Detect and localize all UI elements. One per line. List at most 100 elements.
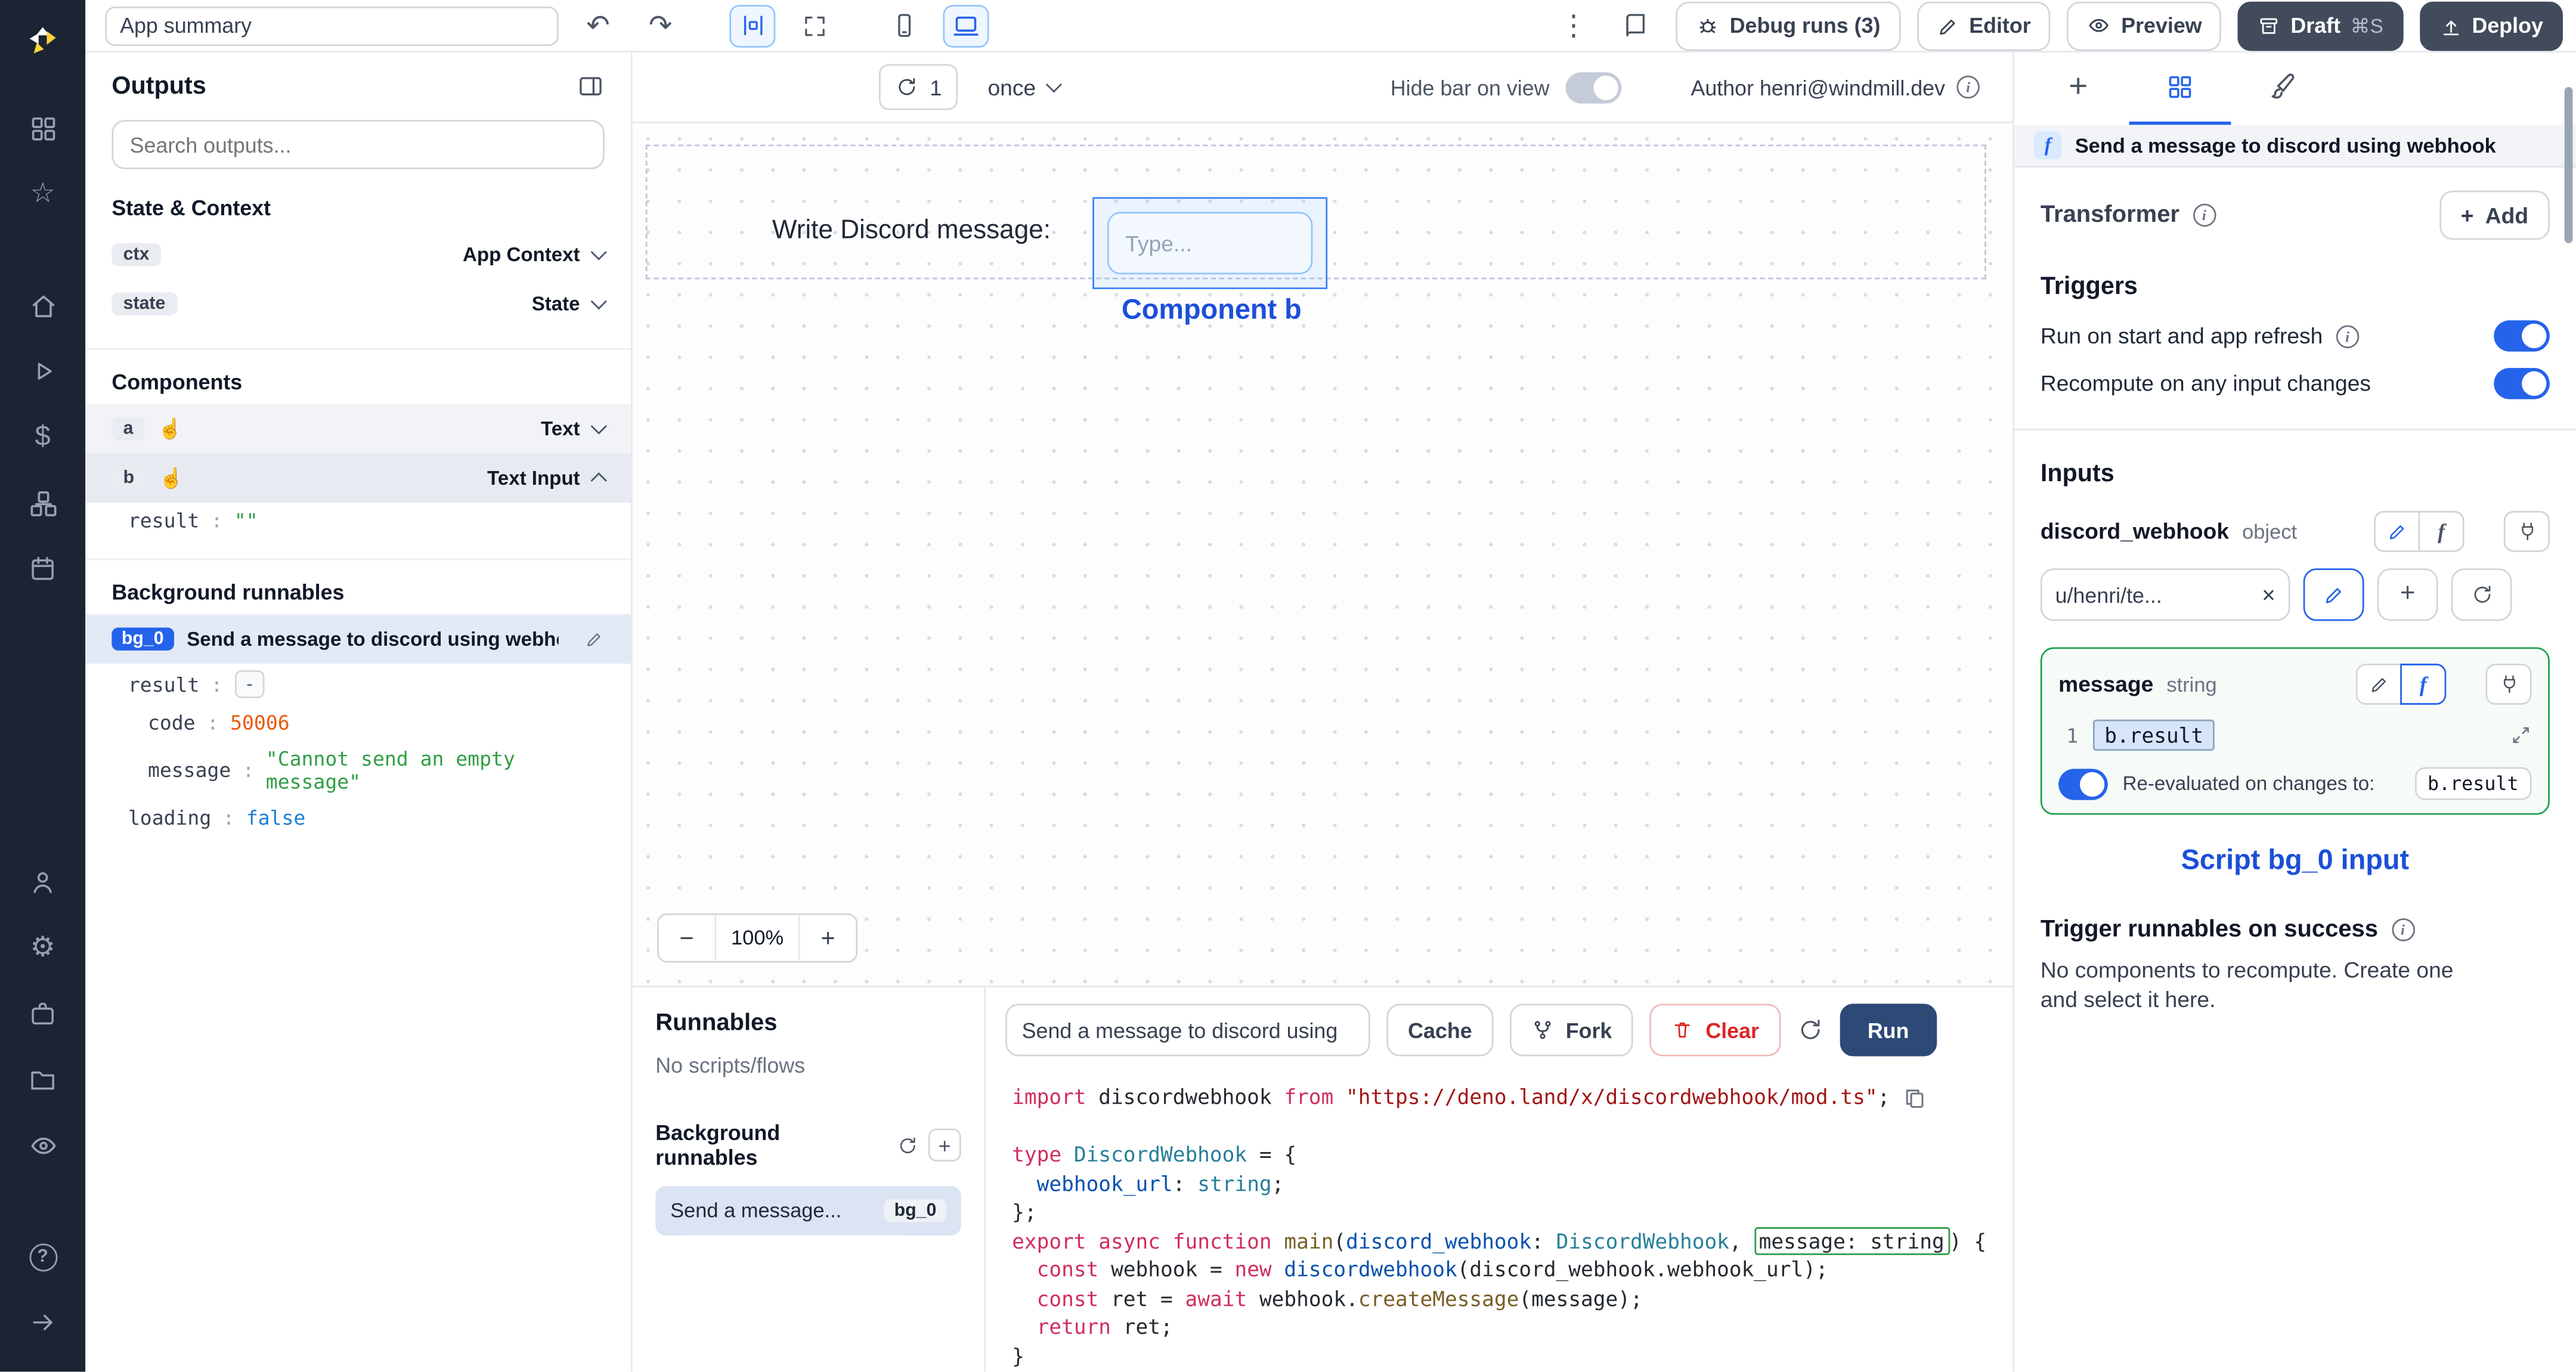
kv-value: "Cannot send an empty message" (265, 747, 515, 794)
state-row[interactable]: state State (85, 279, 631, 329)
refresh-resource-button[interactable] (2451, 568, 2512, 621)
hide-bar-toggle[interactable] (1566, 71, 1622, 103)
expression-fn-icon[interactable]: f (2418, 510, 2464, 552)
draft-button[interactable]: Draft ⌘S (2238, 1, 2403, 51)
text-component-a[interactable]: Write Discord message: (772, 217, 1051, 247)
audit-eye-icon[interactable] (0, 1112, 85, 1178)
resources-icon[interactable] (0, 470, 85, 535)
insert-component-tab[interactable]: + (2027, 52, 2129, 125)
chevron-down-icon[interactable] (590, 244, 607, 261)
clear-button[interactable]: Clear (1649, 1004, 1781, 1057)
docs-book-icon[interactable] (1613, 4, 1659, 47)
zoom-out-button[interactable]: − (659, 915, 715, 961)
connect-plug-icon[interactable] (2485, 664, 2532, 705)
info-icon[interactable]: i (1956, 75, 1980, 99)
static-edit-pencil-icon[interactable] (2355, 664, 2402, 705)
search-outputs-input[interactable] (112, 120, 605, 169)
collapse-arrow-icon[interactable] (0, 1290, 85, 1355)
code-editor[interactable]: import discordwebhook from "https://deno… (986, 1073, 2012, 1371)
bg0-row[interactable]: bg_0 Send a message to discord using web… (85, 614, 631, 664)
kv-key: loading (128, 806, 212, 830)
bg-refresh-icon[interactable] (897, 1134, 918, 1156)
kv-value: 50006 (230, 711, 290, 735)
variables-dollar-icon[interactable]: $ (0, 404, 85, 470)
deploy-button[interactable]: Deploy (2419, 1, 2563, 51)
clear-resource-icon[interactable]: × (2262, 581, 2275, 608)
windmill-logo[interactable] (23, 10, 63, 73)
info-icon[interactable]: i (2193, 203, 2216, 227)
zoom-in-button[interactable]: + (800, 915, 856, 961)
window-scrollbar-thumb[interactable] (2564, 87, 2573, 243)
expand-editor-icon[interactable] (2510, 724, 2532, 746)
run-on-start-toggle[interactable] (2494, 320, 2550, 352)
refresh-count-button[interactable]: 1 (878, 64, 958, 110)
message-expression-input[interactable]: b.result (2092, 719, 2215, 751)
reeval-toggle[interactable] (2058, 768, 2108, 800)
home-icon[interactable] (0, 272, 85, 338)
align-center-icon[interactable] (729, 4, 776, 47)
copy-code-icon[interactable] (1902, 1086, 1927, 1110)
expression-fn-icon[interactable]: f (2400, 664, 2447, 705)
static-edit-pencil-icon[interactable] (2374, 510, 2420, 552)
code-line: const webhook = new discordwebhook(disco… (1036, 1256, 1828, 1281)
chevron-down-icon[interactable] (590, 418, 607, 435)
canvas-section: 1 once Hide bar on view Author henri@win… (632, 52, 2012, 1372)
discord-message-input[interactable] (1107, 212, 1313, 275)
collapse-panel-icon[interactable] (577, 72, 605, 100)
edit-pencil-icon[interactable] (585, 629, 605, 649)
reload-script-icon[interactable] (1797, 1017, 1823, 1043)
users-icon[interactable] (0, 849, 85, 915)
debug-runs-label: Debug runs (3) (1729, 13, 1881, 38)
add-runnable-button[interactable]: + (928, 1128, 961, 1162)
kv-key: result (128, 673, 200, 696)
add-transformer-button[interactable]: + Add (2439, 190, 2550, 240)
edit-resource-pencil-button[interactable] (2303, 568, 2364, 621)
component-a-row[interactable]: a ☝ Text (85, 404, 631, 454)
undo-icon[interactable]: ↶ (575, 4, 621, 47)
textinput-component-b[interactable] (1092, 197, 1328, 289)
debug-runs-button[interactable]: Debug runs (3) (1675, 1, 1900, 51)
editor-button[interactable]: Editor (1916, 1, 2051, 51)
code-line: webhook_url: string; (1036, 1170, 1284, 1196)
info-icon[interactable]: i (2391, 918, 2414, 941)
favorites-star-icon[interactable]: ☆ (0, 161, 85, 227)
kebab-menu-icon[interactable]: ⋮ (1550, 4, 1596, 47)
b-result-kv: result : "" (112, 503, 605, 539)
connect-plug-icon[interactable] (2503, 510, 2550, 552)
run-button[interactable]: Run (1839, 1004, 1937, 1057)
bg0-runnable-item[interactable]: Send a message... bg_0 (655, 1186, 961, 1235)
folders-icon[interactable] (0, 1046, 85, 1112)
preview-button[interactable]: Preview (2067, 1, 2222, 51)
topbar: ↶ ↷ ⋮ Debug r (85, 0, 2576, 53)
resource-picker-field[interactable]: u/henri/te... × (2040, 568, 2290, 621)
refresh-mode-dropdown[interactable]: once (987, 75, 1061, 100)
script-name-input[interactable]: Send a message to discord using (1005, 1004, 1370, 1057)
help-icon[interactable]: ? (0, 1224, 85, 1290)
mobile-view-icon[interactable] (881, 4, 927, 47)
ctx-row[interactable]: ctx App Context (85, 230, 631, 280)
bg0-label: Send a message to discord using webhook (187, 627, 559, 651)
app-canvas[interactable]: Write Discord message: Component b − 100… (632, 123, 2012, 986)
desktop-view-icon[interactable] (943, 4, 989, 47)
recompute-toggle[interactable] (2494, 368, 2550, 399)
runnables-panel: Runnables No scripts/flows Background ru… (633, 987, 986, 1372)
redo-icon[interactable]: ↷ (637, 4, 683, 47)
component-settings-tab[interactable] (2129, 52, 2231, 125)
kv-value[interactable]: - (234, 670, 265, 698)
workspace-briefcase-icon[interactable] (0, 981, 85, 1046)
cache-button[interactable]: Cache (1386, 1004, 1494, 1057)
apps-grid-icon[interactable] (0, 95, 85, 161)
reeval-dependency-badge[interactable]: b.result (2414, 767, 2532, 800)
add-resource-button[interactable]: + (2377, 568, 2438, 621)
runs-play-icon[interactable] (0, 339, 85, 404)
info-icon[interactable]: i (2336, 324, 2359, 348)
schedules-calendar-icon[interactable] (0, 535, 85, 601)
component-b-row[interactable]: b ☝ Text Input (85, 453, 631, 503)
fullscreen-icon[interactable] (792, 4, 838, 47)
app-summary-input[interactable] (105, 5, 559, 45)
chevron-up-icon[interactable] (590, 472, 607, 489)
fork-button[interactable]: Fork (1510, 1004, 1634, 1057)
settings-gear-icon[interactable]: ⚙ (0, 915, 85, 981)
chevron-down-icon[interactable] (590, 293, 607, 310)
theme-brush-tab[interactable] (2231, 52, 2333, 125)
